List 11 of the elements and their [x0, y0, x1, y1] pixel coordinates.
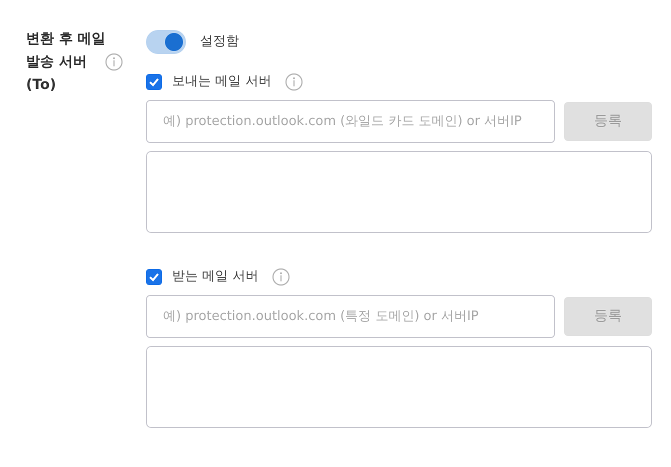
checkbox-label: 받는 메일 서버	[172, 268, 258, 286]
toggle-switch[interactable]	[146, 30, 186, 54]
server-input-field[interactable]: 예) protection.outlook.com (와일드 카드 도메인) or 서버IP	[146, 100, 555, 143]
checkmark-icon	[148, 271, 160, 283]
checkbox[interactable]	[146, 269, 162, 285]
checkbox-label: 보내는 메일 서버	[172, 73, 272, 92]
checkbox[interactable]	[146, 74, 162, 90]
server-input-field[interactable]: 예) protection.outlook.com (특정 도메인) or 서버IP	[146, 295, 555, 338]
setting-label: 변환 후 메일 발송 서버 (To)	[26, 30, 107, 95]
toggle-label: 설정함	[200, 33, 239, 52]
checkmark-icon	[148, 76, 160, 88]
